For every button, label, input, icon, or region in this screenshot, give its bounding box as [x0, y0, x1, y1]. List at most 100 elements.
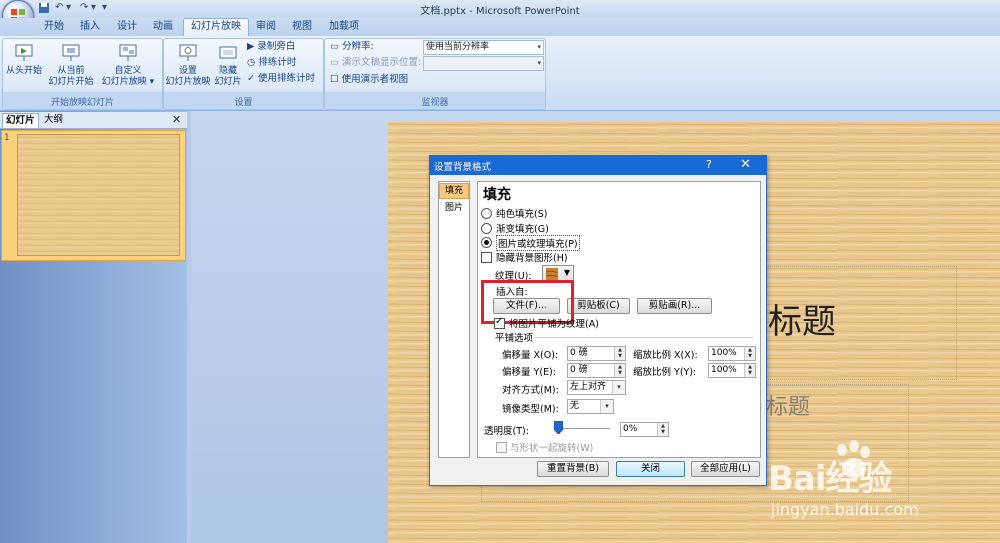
scale-x-spinner[interactable]: 100% ▲ ▼ — [708, 346, 756, 361]
scale-y-spinner[interactable]: 100% ▲ ▼ — [708, 363, 756, 378]
hide-slide-icon — [219, 46, 237, 59]
tab-animations[interactable]: 动画 — [146, 19, 180, 35]
alignment-label: 对齐方式(M): — [502, 385, 559, 396]
spinner-arrows-icon[interactable]: ▲ ▼ — [744, 364, 755, 377]
tab-design[interactable]: 设计 — [110, 19, 144, 35]
tab-slide-show[interactable]: 幻灯片放映 — [183, 18, 249, 37]
offset-y-value: 0 磅 — [570, 365, 588, 375]
slide-number: 1 — [4, 133, 10, 143]
tab-review[interactable]: 审阅 — [249, 19, 283, 35]
offset-y-spinner[interactable]: 0 磅 ▲ ▼ — [567, 363, 626, 378]
custom-label-1: 自定义 — [114, 66, 142, 76]
tile-options-label: 平铺选项 — [495, 333, 534, 344]
transparency-slider-track[interactable] — [558, 428, 610, 429]
hide-slide-button[interactable]: 隐藏 幻灯片 — [213, 42, 243, 88]
record-narration-button[interactable]: ▶︎ 录制旁白 — [247, 40, 295, 54]
custom-show-icon — [119, 44, 137, 61]
redo-icon[interactable]: ↷ — [80, 2, 88, 16]
hide-label-1: 隐藏 — [218, 66, 237, 76]
picture-fill-radio[interactable] — [481, 237, 492, 248]
presenter-view-checkbox[interactable]: ☐ 使用演示者视图 — [330, 73, 408, 87]
spinner-arrows-icon[interactable]: ▲ ▼ — [744, 347, 755, 360]
tile-options-divider — [535, 337, 753, 338]
tab-addins[interactable]: 加载项 — [322, 19, 366, 35]
transparency-spinner[interactable]: 0% ▲ ▼ — [620, 422, 669, 437]
scale-x-value: 100% — [711, 348, 737, 358]
spinner-arrows-icon[interactable]: ▲ ▼ — [657, 423, 668, 436]
redo-dropdown-icon[interactable]: ▾ — [91, 2, 96, 16]
transparency-slider-thumb[interactable] — [554, 421, 563, 434]
rotate-with-shape-label: 与形状一起旋转(W) — [510, 443, 594, 454]
dialog-title: 设置背景格式 — [434, 162, 492, 173]
close-icon[interactable]: ✕ — [740, 157, 751, 172]
projector-current-icon — [62, 44, 80, 61]
save-icon[interactable] — [38, 2, 50, 16]
offset-x-value: 0 磅 — [570, 348, 588, 358]
offset-x-spinner[interactable]: 0 磅 ▲ ▼ — [567, 346, 626, 361]
baidu-watermark: Bai经验 — [768, 459, 893, 499]
offset-x-label: 偏移量 X(O): — [502, 350, 559, 361]
dropdown-arrow-icon: ▾ — [612, 381, 625, 394]
rehearse-timings-button[interactable]: ◷ 排练计时 — [247, 56, 296, 70]
resolution-label: ▭ 分辨率: — [330, 41, 374, 52]
solid-fill-radio[interactable] — [481, 208, 492, 219]
hide-background-checkbox[interactable] — [481, 252, 492, 263]
undo-dropdown-icon[interactable]: ▾ — [66, 2, 71, 16]
rotate-with-shape-checkbox[interactable] — [496, 442, 507, 453]
close-button[interactable]: 关闭 — [616, 461, 685, 477]
alignment-select[interactable]: 左上对齐 ▾ — [567, 380, 626, 395]
use-timings-checkbox[interactable]: ✓ 使用排练计时 — [247, 72, 315, 86]
close-icon[interactable]: ✕ — [172, 113, 181, 126]
apply-to-all-button[interactable]: 全部应用(L) — [691, 461, 760, 477]
tab-slides[interactable]: 幻灯片 — [2, 113, 39, 128]
offset-y-label: 偏移量 Y(E): — [502, 367, 556, 378]
setup-show-icon — [179, 44, 197, 61]
setup-slideshow-button[interactable]: 设置 幻灯片放映 — [163, 42, 213, 88]
group-label: 监视器 — [421, 98, 449, 108]
slide-thumbnail[interactable] — [17, 134, 180, 256]
spinner-arrows-icon[interactable]: ▲ ▼ — [614, 364, 625, 377]
rehearse-label: 排练计时 — [258, 57, 297, 68]
clip-art-button[interactable]: 剪贴画(R)... — [637, 298, 712, 314]
projector-icon — [15, 44, 33, 61]
undo-icon[interactable]: ↶ — [55, 2, 63, 16]
use-timings-label: 使用排练计时 — [258, 73, 316, 84]
from-current-button[interactable]: 从当前 幻灯片开始 — [46, 42, 96, 88]
setup-label-2: 幻灯片放映 — [165, 77, 211, 87]
checkbox-icon: ☐ — [330, 74, 339, 85]
mirror-type-label: 镜像类型(M): — [502, 404, 559, 415]
tab-insert[interactable]: 插入 — [73, 19, 107, 35]
dropdown-arrow-icon: ▾ — [537, 43, 541, 51]
transparency-label: 透明度(T): — [484, 426, 529, 437]
gradient-fill-radio[interactable] — [481, 223, 492, 234]
tab-view[interactable]: 视图 — [285, 19, 319, 35]
clipboard-button[interactable]: 剪贴板(C) — [567, 298, 630, 314]
slide-title-text: 标题 — [768, 302, 836, 342]
help-icon[interactable]: ? — [706, 158, 712, 171]
group-label: 设置 — [234, 98, 253, 108]
reset-background-button[interactable]: 重置背景(B) — [537, 461, 609, 477]
tab-home[interactable]: 开始 — [37, 19, 71, 35]
show-on-select[interactable]: ▾ — [423, 56, 544, 71]
resolution-select[interactable]: 使用当前分辨率 ▾ — [423, 40, 544, 55]
from-beginning-button[interactable]: 从头开始 — [4, 42, 44, 77]
dropdown-arrow-icon: ▾ — [600, 400, 613, 413]
category-picture[interactable]: 图片 — [440, 201, 468, 215]
category-fill[interactable]: 填充 — [439, 183, 469, 199]
dropdown-arrow-icon: ▾ — [537, 59, 541, 67]
monitor-icon: ▭ — [330, 41, 339, 52]
mirror-type-select[interactable]: 无 ▾ — [567, 399, 614, 414]
spinner-arrows-icon[interactable]: ▲ ▼ — [614, 347, 625, 360]
tile-texture-label: 将图片平铺为纹理(A) — [509, 319, 599, 330]
scale-y-label: 缩放比例 Y(Y): — [633, 367, 697, 378]
tile-texture-checkbox[interactable]: ✓ — [494, 316, 505, 329]
checkmark-icon: ✓ — [495, 316, 504, 327]
window-title: 文档.pptx - Microsoft PowerPoint — [420, 6, 580, 17]
custom-label-2: 幻灯片放映 ▾ — [101, 77, 155, 87]
tab-outline[interactable]: 大纲 — [41, 113, 66, 127]
customize-qat-icon[interactable]: ▾ — [102, 2, 107, 16]
mirror-type-value: 无 — [570, 401, 580, 411]
setup-label-1: 设置 — [178, 66, 197, 76]
group-label: 开始放映幻灯片 — [50, 98, 114, 108]
custom-slideshow-button[interactable]: 自定义 幻灯片放映 ▾ — [98, 42, 158, 88]
